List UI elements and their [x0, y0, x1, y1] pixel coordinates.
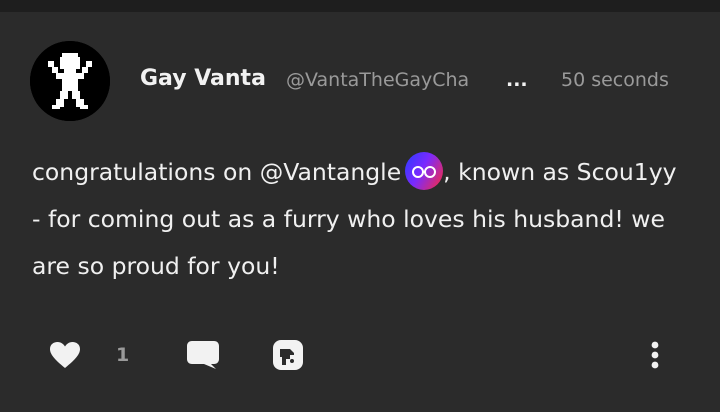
share-button[interactable]	[270, 330, 306, 380]
speech-bubble-icon	[187, 341, 219, 369]
author-avatar[interactable]	[30, 41, 110, 121]
author-display-name[interactable]: Gay Vanta	[140, 64, 266, 94]
post-header: Gay Vanta @VantaTheGayCha ... 50 seconds	[140, 64, 700, 94]
more-options-button[interactable]	[640, 330, 670, 380]
like-button[interactable]	[48, 330, 82, 380]
post-text-start: congratulations on	[32, 158, 260, 186]
post-actions: 1	[0, 330, 720, 380]
comment-button[interactable]	[186, 330, 222, 380]
mention-link[interactable]: @Vantangle	[260, 158, 401, 186]
author-handle[interactable]: @VantaTheGayCha	[286, 65, 532, 95]
heart-icon	[50, 342, 80, 368]
handle-ellipsis: ...	[506, 69, 528, 91]
glasses-avatar-icon[interactable]	[405, 152, 444, 190]
vertical-dots-icon	[651, 341, 659, 369]
post-card[interactable]: Gay Vanta @VantaTheGayCha ... 50 seconds…	[0, 12, 720, 412]
pixel-figure-avatar-icon	[30, 41, 110, 121]
share-icon	[273, 340, 303, 370]
like-count: 1	[116, 344, 130, 366]
app-page: Gay Vanta @VantaTheGayCha ... 50 seconds…	[0, 0, 720, 412]
post-timestamp[interactable]: 50 seconds	[561, 65, 669, 95]
post-body: congratulations on @Vantangle , known as…	[32, 149, 692, 290]
top-divider	[0, 0, 720, 12]
